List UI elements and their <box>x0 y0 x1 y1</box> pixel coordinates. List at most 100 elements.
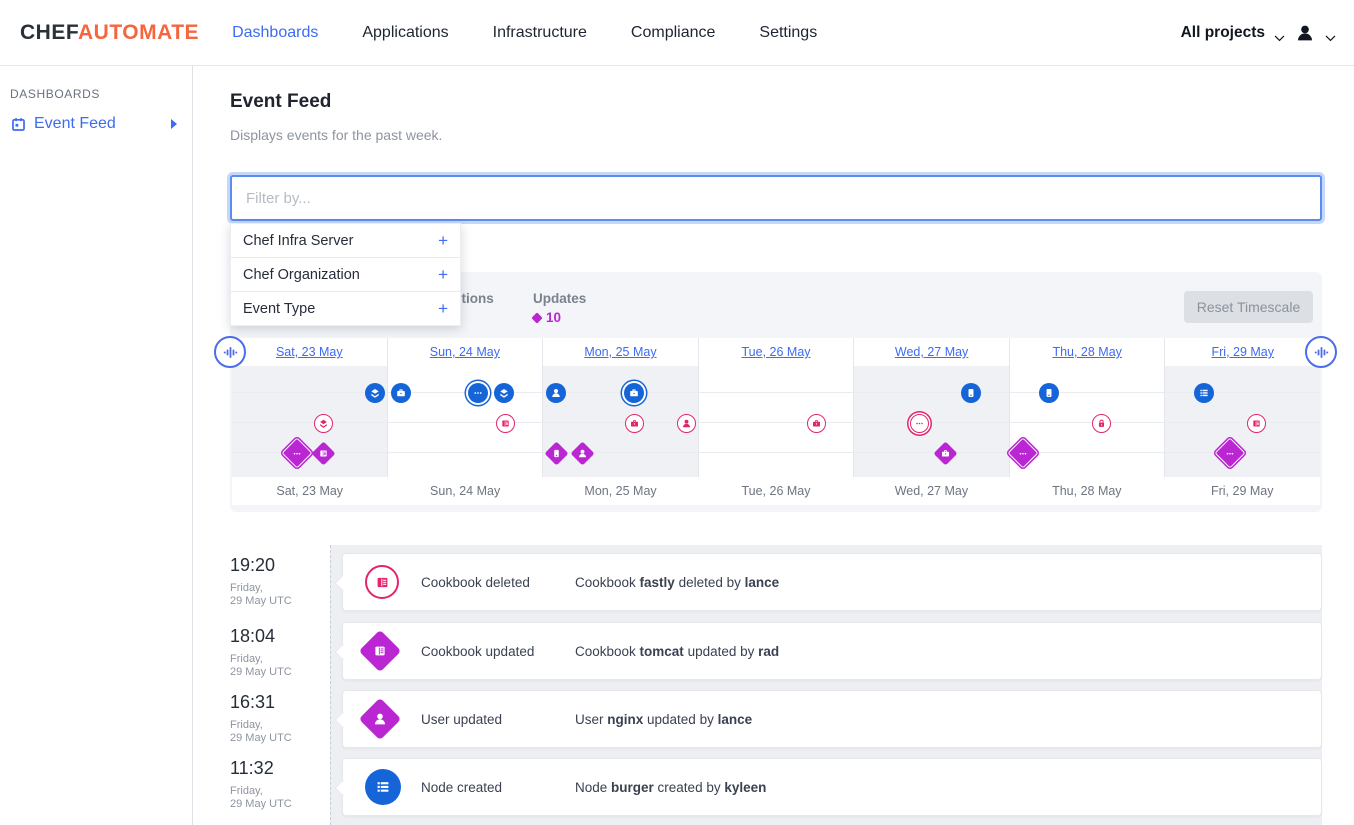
event-marker-created-briefcase[interactable] <box>391 383 411 403</box>
person-icon <box>359 698 401 740</box>
feed-date: Friday,29 May UTC <box>230 719 330 745</box>
event-message: Cookbook tomcat updated by rad <box>575 644 779 659</box>
feed-time-entry: 18:04 Friday,29 May UTC <box>230 626 330 679</box>
filter-option-chef-infra-server[interactable]: Chef Infra Server+ <box>231 224 460 258</box>
event-marker-created-person[interactable] <box>546 383 566 403</box>
filter-option-label: Chef Organization <box>243 267 360 283</box>
sidebar-section-title: DASHBOARDS <box>10 87 100 101</box>
user-avatar-icon[interactable] <box>1294 22 1316 44</box>
page-subtitle: Displays events for the past week. <box>230 127 442 143</box>
event-message: Cookbook fastly deleted by lance <box>575 575 779 590</box>
nav-item-settings[interactable]: Settings <box>759 24 817 42</box>
stat-updates: Updates10 <box>533 291 586 325</box>
filter-input[interactable] <box>230 175 1322 221</box>
filter-option-chef-organization[interactable]: Chef Organization + <box>231 258 460 292</box>
day-link-wed-27-may[interactable]: Wed, 27 May <box>895 345 968 359</box>
day-link-mon-25-may[interactable]: Mon, 25 May <box>584 345 656 359</box>
event-type-label: Node created <box>421 780 502 795</box>
feed-time: 18:04 <box>230 626 330 647</box>
feed-date: Friday,29 May UTC <box>230 582 330 608</box>
add-filter-icon[interactable]: + <box>438 299 448 319</box>
feed-time-entry: 16:31 Friday,29 May UTC <box>230 692 330 745</box>
layers-icon <box>494 383 514 403</box>
page-title: Event Feed <box>230 91 331 113</box>
briefcase-icon <box>624 383 644 403</box>
event-marker-created-client[interactable] <box>1039 383 1059 403</box>
event-type-label: Cookbook deleted <box>421 575 530 590</box>
day-link-sun-24-may[interactable]: Sun, 24 May <box>430 345 500 359</box>
event-marker-deleted-layers[interactable] <box>314 414 333 433</box>
day-link-fri-29-may[interactable]: Fri, 29 May <box>1212 345 1275 359</box>
feed-time: 19:20 <box>230 555 330 576</box>
event-marker-deleted-briefcase[interactable] <box>625 414 644 433</box>
lock-icon <box>1093 415 1110 432</box>
nav-right: All projects <box>1181 22 1354 44</box>
logo-automate: AUTOMATE <box>78 21 199 44</box>
logo-chef: CHEF <box>20 21 78 44</box>
nav-item-compliance[interactable]: Compliance <box>631 24 715 42</box>
sidebar-item-event-feed[interactable]: Event Feed <box>0 110 193 138</box>
gridline <box>232 422 1320 423</box>
event-marker-created-layers[interactable] <box>494 383 514 403</box>
person-icon <box>678 415 695 432</box>
feed-card-cookbook-updated: Cookbook updated Cookbook tomcat updated… <box>342 622 1322 680</box>
timeline-day-header: Sat, 23 May Sun, 24 May Mon, 25 May Tue, 26… <box>232 338 1320 366</box>
reset-timescale-button[interactable]: Reset Timescale <box>1184 291 1313 323</box>
timescale-handle-right[interactable] <box>1305 336 1337 368</box>
event-marker-deleted-book[interactable] <box>496 414 515 433</box>
event-marker-deleted-person[interactable] <box>677 414 696 433</box>
nav-item-infrastructure[interactable]: Infrastructure <box>493 24 587 42</box>
feed-time: 16:31 <box>230 692 330 713</box>
day-footer-label: Tue, 26 May <box>698 477 853 505</box>
chevron-down-icon[interactable] <box>1325 29 1336 37</box>
projects-filter-button[interactable]: All projects <box>1181 24 1265 42</box>
nav-links: Dashboards Applications Infrastructure Comp… <box>232 24 817 42</box>
add-filter-icon[interactable]: + <box>438 265 448 285</box>
feed-card-user-updated: User updated User nginx updated by lance <box>342 690 1322 748</box>
event-marker-deleted-briefcase[interactable] <box>807 414 826 433</box>
event-marker-created-briefcase[interactable] <box>624 383 644 403</box>
book-icon <box>1248 415 1265 432</box>
book-icon <box>359 630 401 672</box>
event-marker-created-client[interactable] <box>961 383 981 403</box>
day-footer-label: Thu, 28 May <box>1009 477 1164 505</box>
event-marker-deleted-lock[interactable] <box>1092 414 1111 433</box>
event-marker-deleted-book[interactable] <box>1247 414 1266 433</box>
nav-item-dashboards[interactable]: Dashboards <box>232 24 318 42</box>
layers-icon <box>315 415 332 432</box>
event-marker-created-layers[interactable] <box>365 383 385 403</box>
day-footer-label: Mon, 25 May <box>543 477 698 505</box>
sidebar: DASHBOARDS Event Feed <box>0 66 193 825</box>
event-marker-created-dots[interactable] <box>468 383 488 403</box>
calendar-icon <box>10 116 27 133</box>
event-message: User nginx updated by lance <box>575 712 752 727</box>
nav-item-applications[interactable]: Applications <box>362 24 448 42</box>
diamond-icon <box>531 312 542 323</box>
filter-option-event-type[interactable]: Event Type + <box>231 292 460 325</box>
top-navbar: CHEFAUTOMATE Dashboards Applications Infra… <box>0 0 1354 66</box>
chevron-down-icon[interactable] <box>1274 29 1285 37</box>
timescale-handle-left[interactable] <box>214 336 246 368</box>
day-link-sat-23-may[interactable]: Sat, 23 May <box>276 345 343 359</box>
event-marker-created-list[interactable] <box>1194 383 1214 403</box>
list-icon <box>365 769 401 805</box>
feed-card-node-created: Node created Node burger created by kyle… <box>342 758 1322 816</box>
day-link-tue-26-may[interactable]: Tue, 26 May <box>742 345 811 359</box>
client-icon <box>1039 383 1059 403</box>
filter-option-label: Event Type <box>243 301 315 317</box>
day-header-cell: Wed, 27 May <box>854 338 1010 366</box>
event-marker-deleted-dots[interactable] <box>910 414 929 433</box>
person-icon <box>546 383 566 403</box>
day-header-cell: Thu, 28 May <box>1010 338 1166 366</box>
day-footer-label: Fri, 29 May <box>1165 477 1320 505</box>
chef-automate-logo: CHEFAUTOMATE <box>20 21 199 45</box>
add-filter-icon[interactable]: + <box>438 231 448 251</box>
day-header-cell: Sun, 24 May <box>388 338 544 366</box>
expand-arrow-icon[interactable] <box>171 119 177 129</box>
day-header-cell: Tue, 26 May <box>699 338 855 366</box>
day-link-thu-28-may[interactable]: Thu, 28 May <box>1052 345 1121 359</box>
layers-icon <box>365 383 385 403</box>
briefcase-icon <box>808 415 825 432</box>
feed-time-entry: 11:32 Friday,29 May UTC <box>230 758 330 811</box>
day-footer-label: Sun, 24 May <box>387 477 542 505</box>
